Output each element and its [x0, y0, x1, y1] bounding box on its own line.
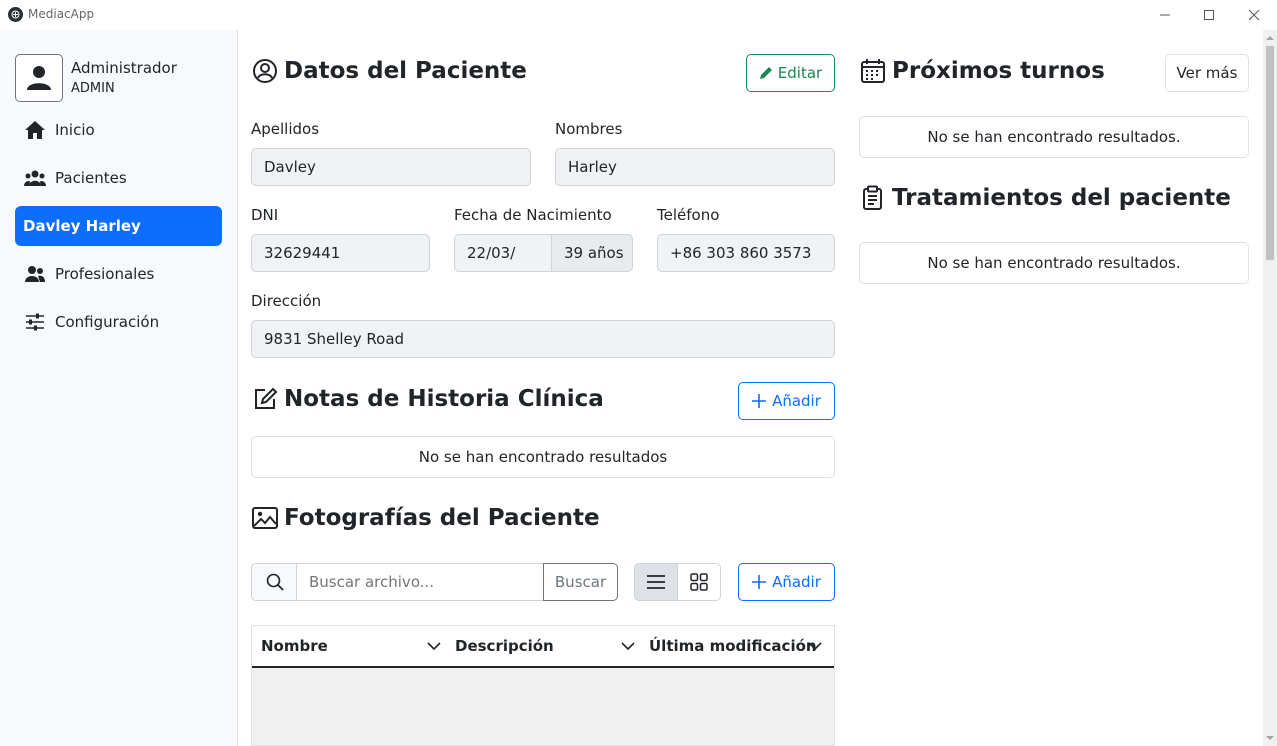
- clipboard-icon: [860, 185, 886, 211]
- user-name: Administrador: [71, 59, 177, 77]
- add-note-button[interactable]: Añadir: [738, 382, 835, 420]
- search-addon: [251, 563, 297, 601]
- photos-section-title: Fotografías del Paciente: [252, 505, 600, 531]
- notes-empty-message: No se han encontrado resultados: [251, 436, 835, 478]
- scroll-down-icon[interactable]: [1263, 732, 1277, 744]
- close-button[interactable]: [1231, 0, 1277, 30]
- plus-icon: [752, 394, 767, 408]
- vertical-scrollbar[interactable]: [1263, 30, 1277, 746]
- scrollbar-thumb[interactable]: [1266, 46, 1274, 260]
- column-header-nombre[interactable]: Nombre: [261, 626, 441, 666]
- avatar: [15, 54, 63, 102]
- nombres-field[interactable]: Harley: [555, 148, 835, 186]
- scroll-up-icon[interactable]: [1263, 32, 1277, 44]
- notes-section-title: Notas de Historia Clínica: [252, 386, 604, 412]
- appointments-empty-message: No se han encontrado resultados.: [859, 116, 1249, 158]
- user-circle-icon: [252, 58, 278, 84]
- column-header-descripcion[interactable]: Descripción: [455, 626, 635, 666]
- calendar-icon: [860, 58, 886, 84]
- chevron-down-icon: [808, 642, 822, 651]
- direccion-field[interactable]: 9831 Shelley Road: [251, 320, 835, 358]
- search-icon: [266, 573, 284, 591]
- sidebar-item-configuracion[interactable]: Configuración: [15, 302, 222, 342]
- edit-note-icon: [252, 386, 278, 412]
- users-icon: [23, 169, 47, 187]
- grid-view-button[interactable]: [677, 563, 721, 601]
- user-icon: [27, 66, 51, 90]
- minimize-button[interactable]: [1142, 0, 1188, 30]
- home-icon: [23, 120, 47, 140]
- maximize-icon: [1204, 10, 1214, 20]
- close-icon: [1248, 9, 1260, 21]
- chevron-down-icon: [621, 642, 635, 651]
- window-title: MediacApp: [28, 7, 95, 21]
- minimize-icon: [1160, 14, 1170, 16]
- search-input[interactable]: [296, 563, 544, 601]
- sidebar-item-label: Davley Harley: [23, 217, 141, 235]
- apellidos-label: Apellidos: [251, 120, 320, 138]
- list-view-button[interactable]: [634, 563, 678, 601]
- telefono-field[interactable]: +86 303 860 3573: [657, 234, 835, 272]
- patient-section-title: Datos del Paciente: [252, 58, 527, 84]
- age-addon: 39 años: [551, 234, 633, 272]
- sidebar-item-label: Pacientes: [55, 169, 127, 187]
- nombres-label: Nombres: [555, 120, 623, 138]
- main-content: Datos del Paciente Editar Apellidos Davl…: [239, 30, 1263, 746]
- user-group-icon: [23, 265, 47, 283]
- birthdate-field[interactable]: 22/03/: [454, 234, 552, 272]
- add-photo-button[interactable]: Añadir: [738, 563, 835, 601]
- sidebar-item-label: Inicio: [55, 121, 95, 139]
- search-button[interactable]: Buscar: [543, 563, 618, 601]
- window-titlebar: MediacApp: [0, 0, 1277, 30]
- treatments-empty-message: No se han encontrado resultados.: [859, 242, 1249, 284]
- sidebar-item-label: Profesionales: [55, 265, 155, 283]
- maximize-button[interactable]: [1186, 0, 1232, 30]
- photos-table: Nombre Descripción Última modificación: [251, 625, 835, 746]
- birthdate-label: Fecha de Nacimiento: [454, 206, 612, 224]
- treatments-section-title: Tratamientos del paciente: [860, 185, 1231, 211]
- column-header-ultima-modificacion[interactable]: Última modificación: [649, 626, 822, 666]
- app-logo-icon: [8, 7, 23, 22]
- view-more-appointments-button[interactable]: Ver más: [1165, 54, 1249, 92]
- edit-patient-button[interactable]: Editar: [746, 54, 835, 92]
- user-role: ADMIN: [71, 81, 115, 96]
- list-icon: [647, 575, 665, 589]
- sidebar-item-pacientes[interactable]: Pacientes: [15, 158, 222, 198]
- table-header: Nombre Descripción Última modificación: [252, 626, 834, 668]
- appointments-section-title: Próximos turnos: [860, 58, 1105, 84]
- sidebar-item-label: Configuración: [55, 313, 160, 331]
- telefono-label: Teléfono: [657, 206, 720, 224]
- image-icon: [252, 506, 278, 530]
- sidebar-item-profesionales[interactable]: Profesionales: [15, 254, 222, 294]
- dni-field[interactable]: 32629441: [251, 234, 430, 272]
- sidebar: Administrador ADMIN Inicio Pacientes Dav…: [0, 30, 238, 746]
- direccion-label: Dirección: [251, 292, 322, 310]
- chevron-down-icon: [427, 642, 441, 651]
- apellidos-field[interactable]: Davley: [251, 148, 531, 186]
- grid-icon: [690, 573, 708, 591]
- sliders-icon: [23, 313, 47, 331]
- pencil-icon: [759, 67, 772, 79]
- sidebar-item-patient-davley-harley[interactable]: Davley Harley: [15, 206, 222, 246]
- plus-icon: [752, 575, 767, 589]
- dni-label: DNI: [251, 206, 279, 224]
- sidebar-item-inicio[interactable]: Inicio: [15, 110, 222, 150]
